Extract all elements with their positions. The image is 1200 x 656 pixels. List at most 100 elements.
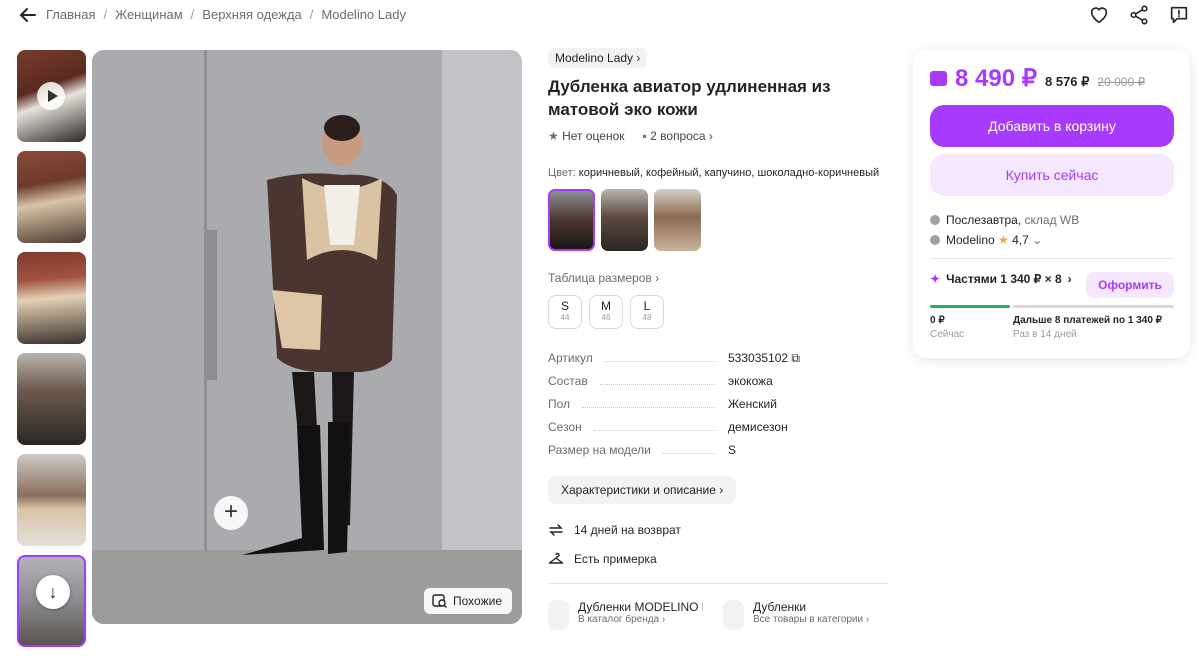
size-option-l[interactable]: L 48 xyxy=(630,295,664,329)
size-ru: 46 xyxy=(601,313,611,322)
thumbnail-image[interactable] xyxy=(17,353,86,445)
breadcrumb: Главная / Женщинам / Верхняя одежда / Model… xyxy=(46,7,406,22)
characteristics-button[interactable]: Характеристики и описание › xyxy=(548,476,737,504)
breadcrumb-brand[interactable]: Modelino Lady xyxy=(321,7,406,22)
category-title: Дубленки xyxy=(753,600,807,614)
card-price: 8 576 ₽ xyxy=(1045,74,1090,89)
pay-later: Дальше 8 платежей по 1 340 ₽ xyxy=(1013,315,1163,326)
divider xyxy=(548,583,888,584)
add-to-cart-button[interactable]: Добавить в корзину xyxy=(930,105,1174,147)
installments-button[interactable]: Оформить xyxy=(1086,272,1174,298)
breadcrumb-main[interactable]: Главная xyxy=(46,7,95,22)
pay-now-label: Сейчас xyxy=(930,329,965,340)
brand-name: Modelino Lady xyxy=(555,51,634,65)
rating[interactable]: ★ Нет оценок xyxy=(548,129,625,143)
thumbnail-image[interactable] xyxy=(17,252,86,344)
spec-row: Артикул 533035102 ⧉ xyxy=(548,351,888,374)
spec-key: Пол xyxy=(548,397,571,411)
spec-row: Размер на модели S xyxy=(548,443,888,466)
article-number: 533035102 xyxy=(728,351,789,365)
brand-link[interactable]: Modelino Lady › xyxy=(548,48,648,68)
star-icon: ★ xyxy=(998,233,1009,247)
similar-label: Похожие xyxy=(453,594,502,608)
size-option-m[interactable]: M 46 xyxy=(589,295,623,329)
pay-later-sub: Раз в 14 дней xyxy=(1013,329,1077,340)
size-table-link[interactable]: Таблица размеров › xyxy=(548,271,888,285)
tag-icon xyxy=(548,600,569,630)
star-icon: ★ xyxy=(548,129,559,143)
delivery-info: Послезавтра, склад WB xyxy=(930,210,1079,230)
scroll-down-arrow-icon[interactable]: ↓ xyxy=(36,575,70,609)
size-selector: S 44 M 46 L 48 xyxy=(548,295,888,329)
thumbnail-image[interactable] xyxy=(17,151,86,243)
size-option-s[interactable]: S 44 xyxy=(548,295,582,329)
play-icon[interactable] xyxy=(37,82,65,110)
spec-key: Размер на модели xyxy=(548,443,651,457)
main-product-image[interactable]: + Похожие xyxy=(92,50,522,624)
category-link[interactable]: Дубленки Все товары в категории › xyxy=(723,600,878,630)
breadcrumb-outerwear[interactable]: Верхняя одежда xyxy=(202,7,301,22)
installment-progress-paid xyxy=(930,305,1010,308)
thumbnail-video[interactable] xyxy=(17,50,86,142)
spec-value: демисезон xyxy=(728,420,788,434)
color-swatch-selected[interactable] xyxy=(548,189,595,251)
delivery-date: Послезавтра, xyxy=(946,213,1022,227)
color-value: коричневый, кофейный, капучино, шоколадн… xyxy=(578,167,880,179)
chat-icon: ▪ xyxy=(642,129,647,143)
thumbnail-strip: ↓ xyxy=(17,50,86,656)
warehouse: склад WB xyxy=(1024,213,1080,227)
heart-icon[interactable] xyxy=(1088,4,1110,26)
installments-icon: ✦ xyxy=(930,272,941,286)
buy-now-button[interactable]: Купить сейчас xyxy=(930,154,1174,196)
current-price: 8 490 ₽ xyxy=(955,65,1037,92)
fitting-text: Есть примерка xyxy=(574,552,657,566)
return-arrows-icon xyxy=(549,524,563,536)
seller-info[interactable]: Modelino ★ 4,7 ⌄ xyxy=(930,230,1079,250)
back-arrow-icon[interactable] xyxy=(18,5,38,25)
category-links: Дубленки MODELINO LADYВ каталог бренда ›… xyxy=(548,600,878,630)
spec-row: Пол Женский xyxy=(548,397,888,420)
product-title: Дубленка авиатор удлиненная из матовой э… xyxy=(548,77,831,119)
spec-value: Женский xyxy=(728,397,777,411)
color-swatch[interactable] xyxy=(654,189,701,251)
pay-now-amount: 0 ₽ xyxy=(930,315,945,326)
breadcrumb-separator: / xyxy=(103,7,108,22)
size-label: M xyxy=(601,299,611,313)
share-icon[interactable] xyxy=(1128,4,1150,26)
shop-icon xyxy=(930,235,940,245)
category-subtitle: В каталог бренда xyxy=(578,614,660,625)
category-subtitle: Все товары в категории xyxy=(753,614,864,625)
spec-key: Артикул xyxy=(548,351,593,365)
installments-link[interactable]: ✦ Частями 1 340 ₽ × 8 › xyxy=(930,272,1072,286)
spec-value[interactable]: 533035102 ⧉ xyxy=(728,351,888,366)
old-price: 20 000 ₽ xyxy=(1097,75,1146,89)
category-title: Дубленки MODELINO LADY xyxy=(578,600,703,614)
hanger-icon xyxy=(548,552,564,564)
rating-text: Нет оценок xyxy=(562,129,625,143)
buy-card: 8 490 ₽ 8 576 ₽ 20 000 ₽ Добавить в корз… xyxy=(913,50,1190,358)
spec-key: Состав xyxy=(548,374,588,388)
breadcrumb-women[interactable]: Женщинам xyxy=(115,7,183,22)
breadcrumb-separator: / xyxy=(309,7,314,22)
color-swatches xyxy=(548,189,888,251)
characteristics-label: Характеристики и описание xyxy=(561,483,716,497)
copy-icon[interactable]: ⧉ xyxy=(791,351,800,365)
chevron-down-icon: ⌄ xyxy=(1032,233,1043,247)
fitting-feature: Есть примерка xyxy=(548,551,888,567)
return-text: 14 дней на возврат xyxy=(574,523,681,537)
similar-button[interactable]: Похожие xyxy=(424,588,512,614)
brand-catalog-link[interactable]: Дубленки MODELINO LADYВ каталог бренда › xyxy=(548,600,703,630)
size-label: S xyxy=(560,299,569,313)
thumbnail-image-selected[interactable]: ↓ xyxy=(17,555,86,647)
feedback-icon[interactable] xyxy=(1168,4,1190,26)
color-label: Цвет: xyxy=(548,167,576,179)
questions-link[interactable]: ▪ 2 вопроса › xyxy=(643,129,713,143)
similar-icon xyxy=(432,594,448,608)
spec-row: Состав экокожа xyxy=(548,374,888,397)
thumbnail-image[interactable] xyxy=(17,454,86,546)
size-label: L xyxy=(643,299,651,313)
box-icon xyxy=(930,215,940,225)
specs-table: Артикул 533035102 ⧉ Состав экокожа Пол Женс… xyxy=(548,351,888,466)
zoom-plus-icon[interactable]: + xyxy=(214,496,248,530)
color-swatch[interactable] xyxy=(601,189,648,251)
